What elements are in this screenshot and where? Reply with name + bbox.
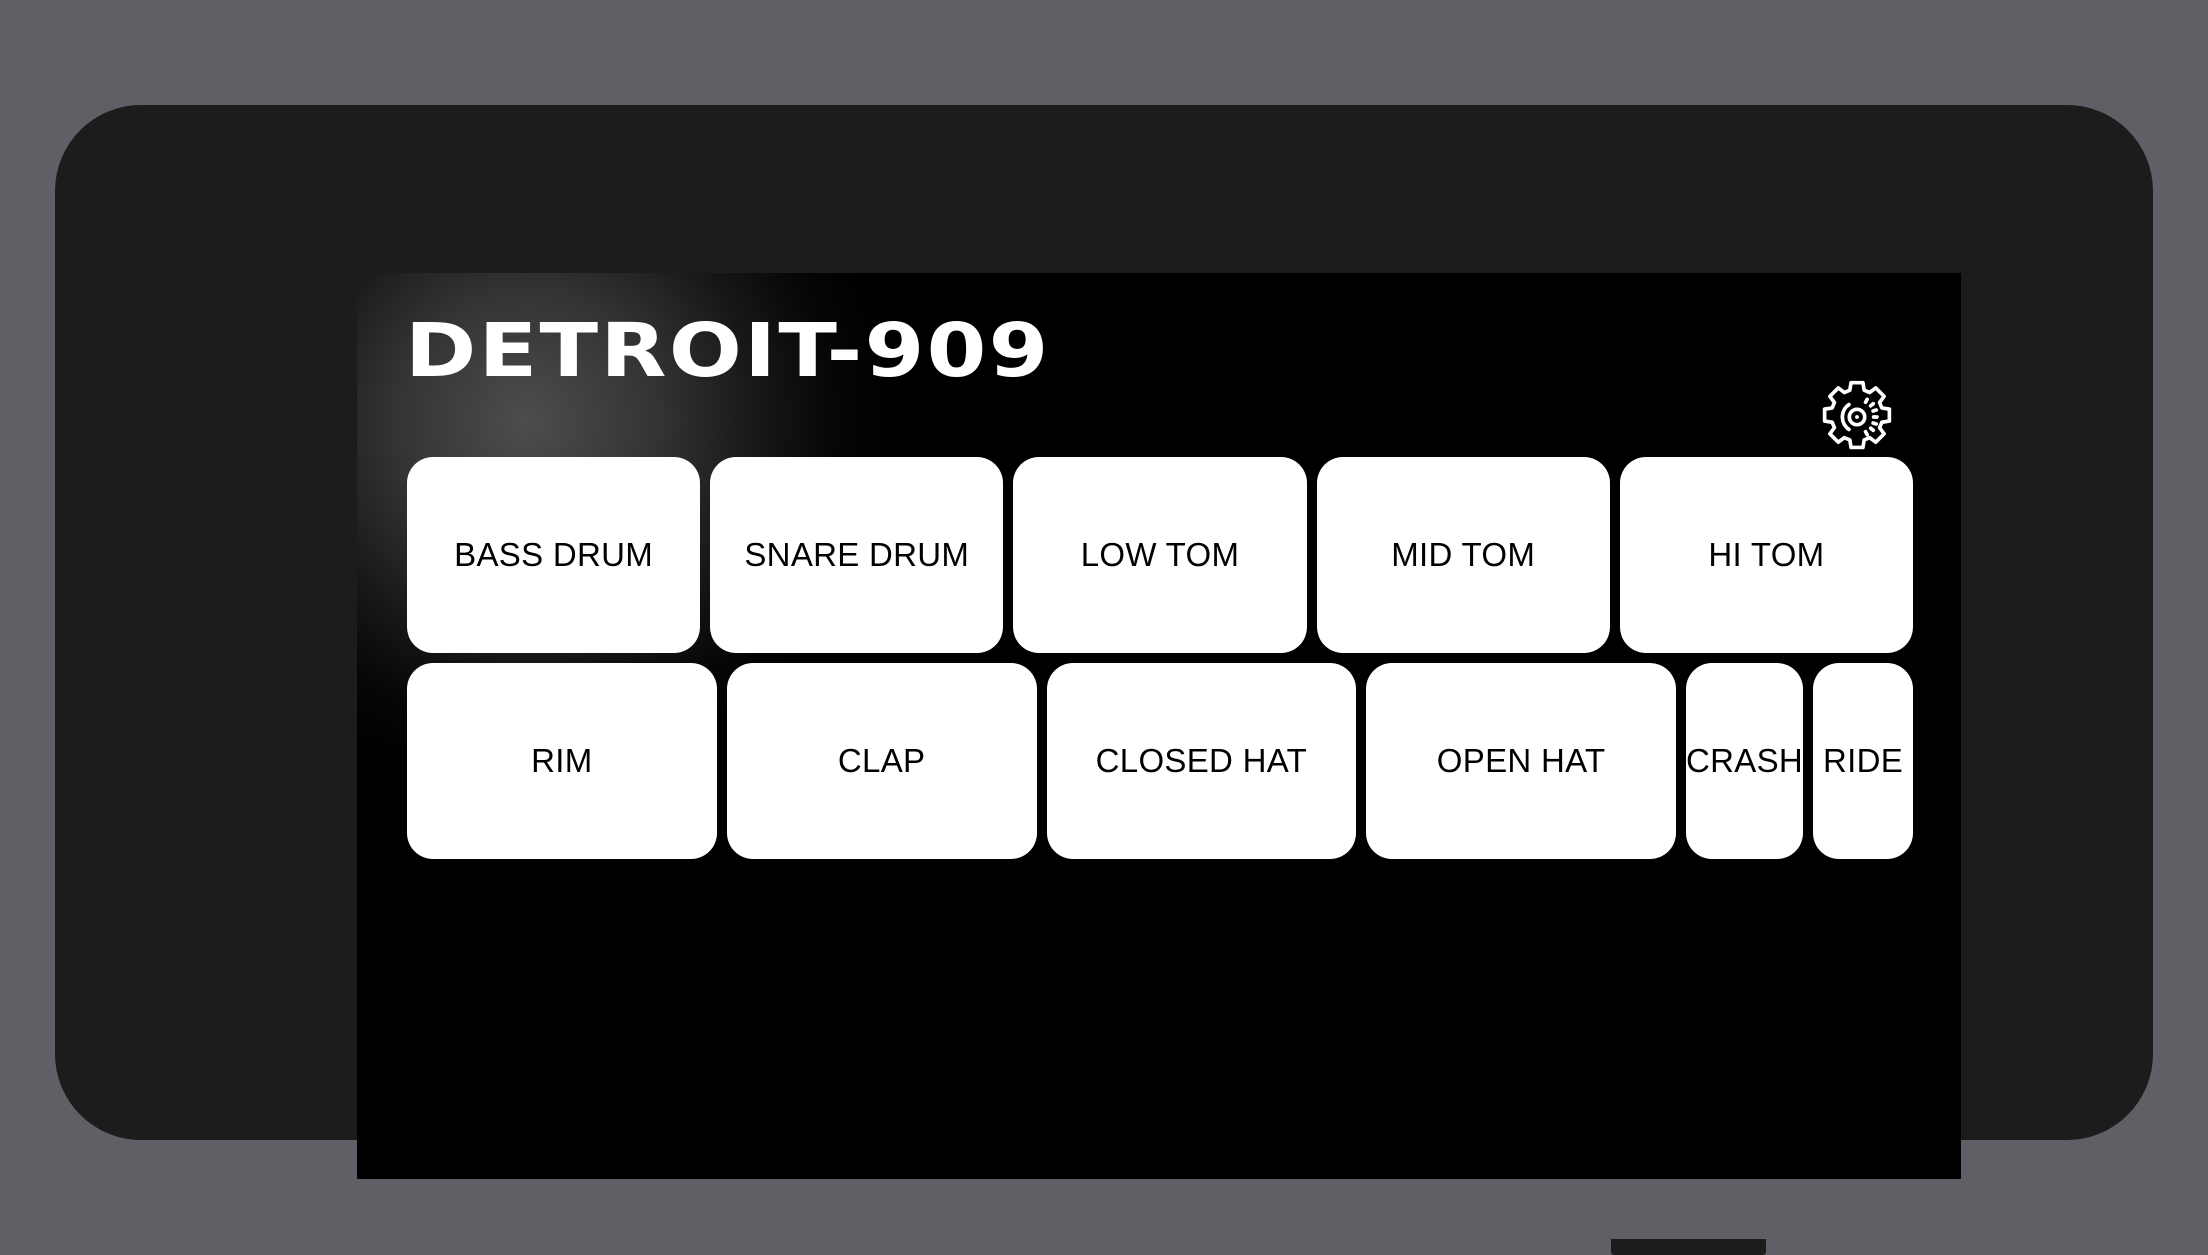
mute-switch-button[interactable] <box>1867 200 1987 216</box>
pad-mid-tom[interactable]: MID TOM <box>1316 457 1610 653</box>
pad-row-2: RIM CLAP CLOSED HAT OPEN HAT CRASH RIDE <box>407 663 1914 859</box>
volume-up-button[interactable] <box>1416 200 1576 216</box>
gear-icon <box>1815 375 1899 459</box>
pad-clap[interactable]: CLAP <box>726 663 1037 859</box>
pad-bass-drum[interactable]: BASS DRUM <box>407 457 701 653</box>
pad-snare-drum[interactable]: SNARE DRUM <box>710 457 1004 653</box>
pad-rim[interactable]: RIM <box>407 663 717 859</box>
pad-hi-tom[interactable]: HI TOM <box>1619 457 1914 653</box>
pad-low-tom[interactable]: LOW TOM <box>1013 457 1307 653</box>
pad-open-hat[interactable]: OPEN HAT <box>1366 663 1676 859</box>
settings-button[interactable] <box>1809 369 1905 465</box>
volume-down-button[interactable] <box>1608 200 1776 216</box>
pad-crash[interactable]: CRASH <box>1686 663 1804 859</box>
phone-device: DETROIT-909 BASS DRUM SNARE DRUM LOW TOM… <box>55 105 2153 1255</box>
app-screen: DETROIT-909 BASS DRUM SNARE DRUM LOW TOM… <box>357 273 1961 1179</box>
pad-row-1: BASS DRUM SNARE DRUM LOW TOM MID TOM HI … <box>407 457 1914 653</box>
app-title: DETROIT-909 <box>405 308 1051 394</box>
pad-ride[interactable]: RIDE <box>1813 663 1914 859</box>
app-header: DETROIT-909 <box>357 273 1961 458</box>
power-button[interactable] <box>1611 1239 1766 1255</box>
pad-closed-hat[interactable]: CLOSED HAT <box>1046 663 1357 859</box>
pad-grid: BASS DRUM SNARE DRUM LOW TOM MID TOM HI … <box>407 457 1914 859</box>
